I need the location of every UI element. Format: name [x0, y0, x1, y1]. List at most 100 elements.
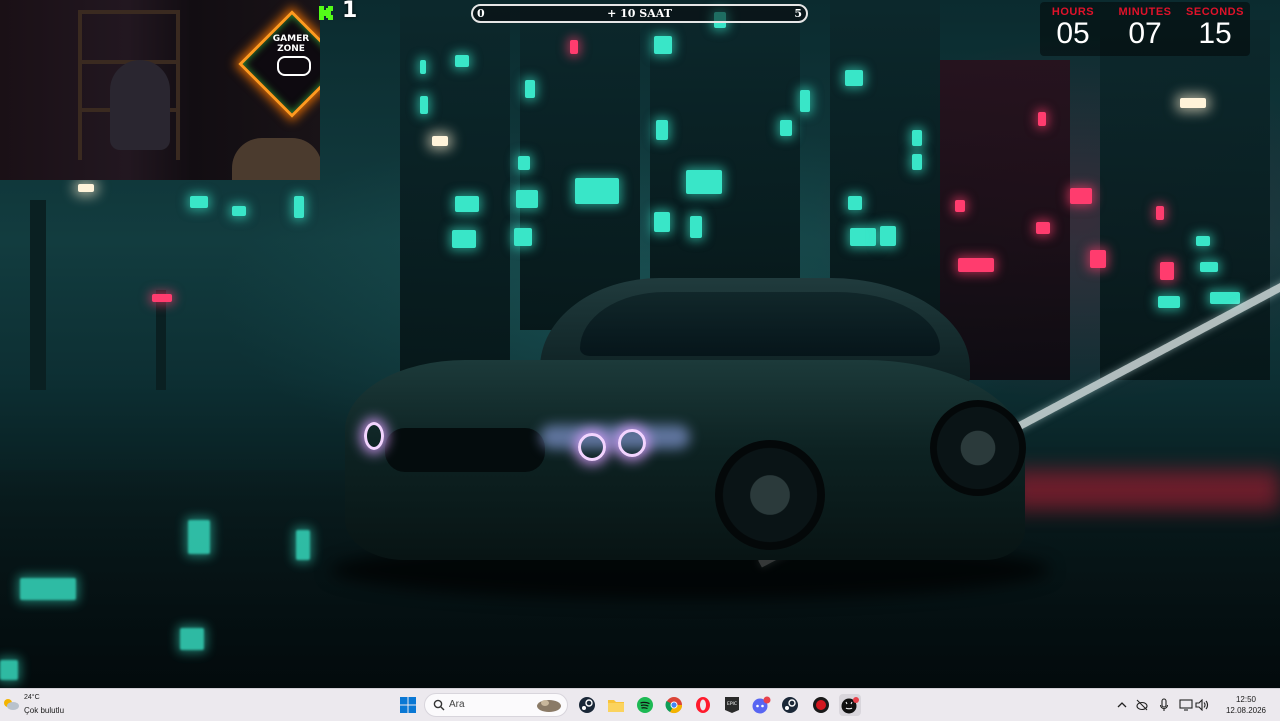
svg-text:EPIC: EPIC: [727, 701, 737, 707]
subathon-progress-bar: 0 + 10 SAAT 5: [471, 4, 808, 23]
start-button[interactable]: [397, 694, 419, 716]
gamer-zone-sign-text: GAMER ZONE: [262, 34, 320, 54]
streamer: [110, 60, 170, 150]
countdown-minutes: MINUTES 07: [1112, 2, 1178, 50]
taskbar-app-opera[interactable]: [692, 694, 714, 716]
steam-icon: [579, 697, 595, 713]
window-light: [1200, 262, 1218, 272]
window-light: [686, 170, 722, 194]
window-light: [1036, 222, 1050, 234]
street-light: [432, 136, 448, 146]
tray-network-off[interactable]: [1134, 697, 1150, 713]
folder-icon: [608, 700, 624, 712]
clock-time: 12:50: [1235, 695, 1257, 704]
show-hidden-icons[interactable]: [1114, 697, 1130, 713]
window-light: [880, 226, 896, 246]
puddle-reflection: [0, 660, 18, 680]
window-light: [912, 154, 922, 170]
opera-icon: [696, 697, 710, 713]
car-grille: [385, 428, 545, 472]
gamepad-icon: [277, 56, 311, 76]
hours-value: 05: [1056, 17, 1090, 50]
window-light: [1090, 250, 1106, 268]
tray-microphone[interactable]: [1156, 697, 1172, 713]
taskbar-app-file-explorer[interactable]: [605, 694, 627, 716]
window-light: [1070, 188, 1092, 204]
window-light: [958, 258, 994, 272]
window-light: [845, 70, 863, 86]
headlight: [578, 433, 606, 461]
headlight-beam: [540, 425, 690, 449]
taskbar-app-red[interactable]: [810, 694, 832, 716]
window-light: [516, 190, 538, 208]
weather-temperature: 24°C: [24, 694, 40, 701]
red-app-icon: [813, 697, 829, 713]
window-light: [850, 228, 876, 246]
spotify-icon: [637, 697, 653, 713]
taskbar: 24°C Çok bulutlu Ara EPIC 12:50 12.08.20…: [0, 688, 1280, 721]
street-light: [1180, 98, 1206, 108]
window-light: [570, 40, 578, 54]
window-light: [420, 60, 426, 74]
window-light: [654, 212, 670, 232]
taskbar-search[interactable]: Ara: [424, 693, 568, 717]
window-light: [1158, 296, 1180, 308]
windows-icon: [400, 697, 416, 713]
window-light: [848, 196, 862, 210]
taskbar-app-steam-2[interactable]: [779, 694, 801, 716]
building: [1100, 20, 1270, 380]
window-light: [232, 206, 246, 216]
progress-end-value: 5: [794, 7, 802, 20]
steam-icon: [782, 697, 798, 713]
chevron-up-icon: [1117, 702, 1127, 708]
countdown-hours: HOURS 05: [1040, 2, 1106, 50]
window-light: [455, 55, 469, 67]
system-clock[interactable]: 12:50 12.08.2026: [1214, 694, 1278, 716]
taskbar-app-github[interactable]: [839, 694, 861, 716]
webcam-feed: GAMER ZONE: [0, 0, 320, 180]
taskbar-app-spotify[interactable]: [634, 694, 656, 716]
shelf: [176, 10, 180, 160]
taskbar-app-chrome[interactable]: [663, 694, 685, 716]
window-light: [420, 96, 428, 114]
taskbar-app-epic-games[interactable]: EPIC: [721, 694, 743, 716]
window-light: [514, 228, 532, 246]
window-light: [1210, 292, 1240, 304]
window-light: [575, 178, 619, 204]
tray-display[interactable]: [1178, 697, 1194, 713]
countdown-timer: HOURS 05 MINUTES 07 SECONDS 15: [1040, 2, 1250, 56]
lamp-post: [30, 200, 46, 390]
taskbar-app-discord[interactable]: [750, 694, 772, 716]
window-light: [1038, 112, 1046, 126]
window-light: [912, 130, 922, 146]
discord-icon: [752, 696, 771, 714]
tray-volume[interactable]: [1194, 697, 1210, 713]
window-light: [518, 156, 530, 170]
progress-label: + 10 SAAT: [607, 7, 672, 20]
weather-widget[interactable]: 24°C Çok bulutlu: [2, 691, 92, 719]
window-light: [654, 36, 672, 54]
cloud-sun-icon: [4, 699, 19, 710]
window-light: [955, 200, 965, 212]
epic-games-icon: EPIC: [725, 697, 739, 713]
speaker-icon: [1195, 699, 1209, 711]
building: [650, 0, 800, 300]
search-placeholder: Ara: [449, 699, 465, 710]
puddle-reflection: [180, 628, 204, 650]
shelf: [80, 10, 180, 14]
taskbar-app-steam[interactable]: [576, 694, 598, 716]
cloud-off-icon: [1136, 699, 1148, 711]
sign-text-gamer: GAMER: [272, 34, 310, 44]
minutes-value: 07: [1128, 17, 1162, 50]
chair: [232, 138, 320, 180]
headlight: [364, 422, 384, 450]
window-light: [455, 196, 479, 212]
kick-follower-count: 1: [342, 0, 358, 23]
puddle-reflection: [296, 530, 310, 560]
countdown-seconds: SECONDS 15: [1182, 2, 1248, 50]
chrome-icon: [665, 697, 683, 714]
headlight: [618, 429, 646, 457]
weather-description: Çok bulutlu: [24, 706, 65, 715]
github-icon: [841, 697, 859, 714]
car-wheel: [715, 440, 825, 550]
